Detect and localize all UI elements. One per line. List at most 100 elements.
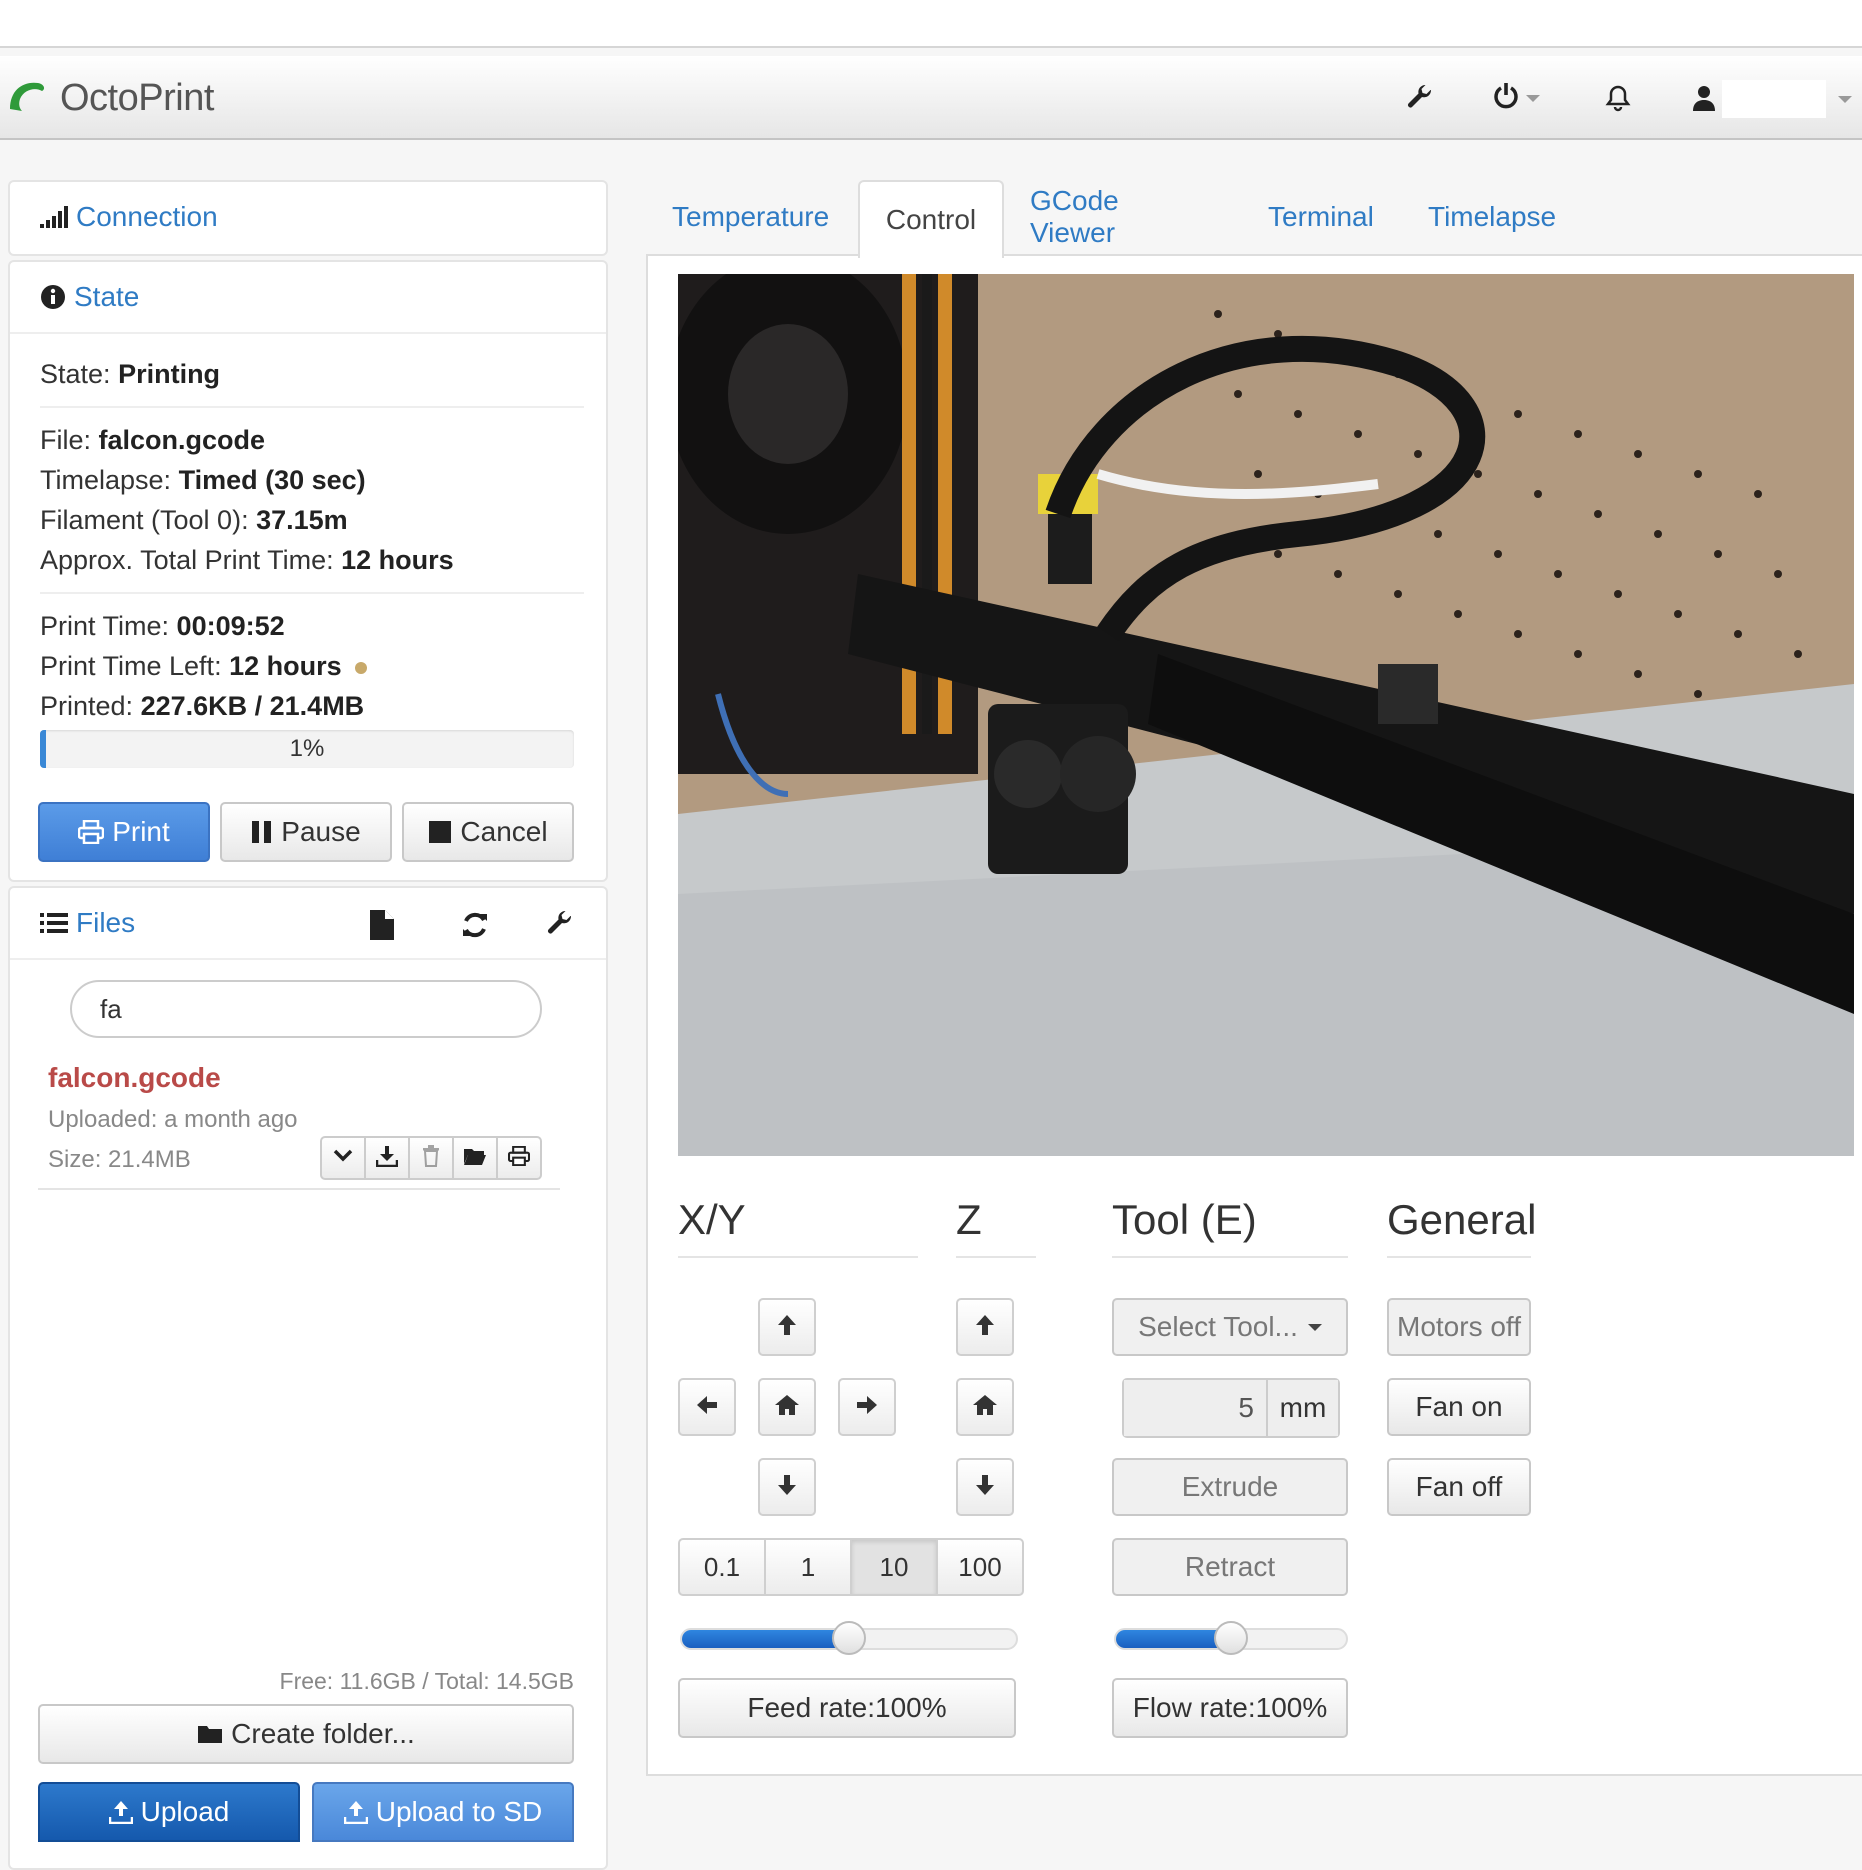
state-header[interactable]: State	[10, 262, 606, 334]
create-folder-button[interactable]: Create folder...	[38, 1704, 574, 1764]
state-details: State: Printing File: falcon.gcode Timel…	[40, 354, 584, 768]
refresh-icon[interactable]	[460, 910, 490, 945]
extrude-amount-field[interactable]: 5 mm	[1122, 1378, 1340, 1438]
connection-panel: Connection	[8, 180, 608, 256]
arrow-up-icon	[775, 1313, 799, 1342]
jog-y-plus-button[interactable]	[758, 1298, 816, 1356]
pause-icon	[251, 820, 273, 844]
storage-info: Free: 11.6GB / Total: 14.5GB	[279, 1668, 574, 1694]
jog-z-plus-button[interactable]	[956, 1298, 1014, 1356]
motors-off-button[interactable]: Motors off	[1387, 1298, 1531, 1356]
jog-x-plus-button[interactable]	[838, 1378, 896, 1436]
user-menu[interactable]	[1722, 80, 1826, 118]
file-size: Size: 21.4MB	[48, 1146, 191, 1173]
step-size-0-1-button[interactable]: 0.1	[678, 1538, 766, 1596]
connection-title: Connection	[76, 201, 218, 232]
folder-open-icon	[463, 1146, 487, 1171]
z-section-title: Z	[956, 1190, 1036, 1258]
file-row: File: falcon.gcode	[40, 425, 266, 455]
tab-control[interactable]: Control	[858, 180, 1004, 258]
files-title: Files	[76, 907, 136, 938]
expand-file-button[interactable]	[320, 1136, 366, 1180]
home-icon	[972, 1394, 998, 1421]
new-file-icon[interactable]	[370, 910, 394, 945]
upload-sd-button[interactable]: Upload to SD	[312, 1782, 574, 1842]
time-left-row: Print Time Left: 12 hours	[40, 646, 584, 686]
print-button[interactable]: Print	[38, 802, 210, 862]
file-list-divider	[38, 1188, 560, 1190]
upload-icon	[108, 1800, 133, 1824]
feed-rate-slider-handle[interactable]	[832, 1621, 866, 1655]
move-file-button[interactable]	[452, 1136, 498, 1180]
general-section-title: General	[1387, 1190, 1536, 1258]
arrow-down-icon	[973, 1473, 997, 1502]
retract-button[interactable]: Retract	[1112, 1538, 1348, 1596]
filament-row: Filament (Tool 0): 37.15m	[40, 505, 348, 535]
chevron-down-icon	[333, 1149, 353, 1168]
flow-rate-slider[interactable]	[1114, 1621, 1348, 1655]
info-circle-icon	[40, 284, 66, 310]
cancel-button[interactable]: Cancel	[402, 802, 574, 862]
file-uploaded-date: Uploaded: a month ago	[48, 1106, 298, 1133]
settings-wrench-icon[interactable]	[1400, 78, 1440, 118]
arrow-right-icon	[855, 1393, 879, 1422]
system-power-menu[interactable]	[1486, 78, 1546, 118]
timelapse-row: Timelapse: Timed (30 sec)	[40, 465, 366, 495]
jog-y-minus-button[interactable]	[758, 1458, 816, 1516]
step-size-group: 0.1 1 10 100	[678, 1538, 1024, 1596]
upload-icon	[343, 1800, 368, 1824]
printer-icon	[507, 1145, 531, 1171]
files-settings-wrench-icon[interactable]	[546, 910, 574, 943]
step-size-1-button[interactable]: 1	[764, 1538, 852, 1596]
xy-section-title: X/Y	[678, 1190, 918, 1258]
arrow-down-icon	[775, 1473, 799, 1502]
print-progress-bar: 1%	[40, 730, 574, 768]
trash-icon	[422, 1144, 440, 1172]
approx-time-row: Approx. Total Print Time: 12 hours	[40, 545, 454, 575]
home-xy-button[interactable]	[758, 1378, 816, 1436]
jog-x-minus-button[interactable]	[678, 1378, 736, 1436]
delete-file-button[interactable]	[408, 1136, 454, 1180]
extrude-amount-input[interactable]: 5	[1124, 1380, 1268, 1436]
tab-timelapse[interactable]: Timelapse	[1428, 180, 1556, 254]
flow-rate-slider-handle[interactable]	[1214, 1621, 1248, 1655]
upload-button[interactable]: Upload	[38, 1782, 300, 1842]
file-search-input[interactable]: fa	[70, 980, 542, 1038]
notifications-bell-icon[interactable]	[1598, 78, 1638, 118]
arrow-left-icon	[695, 1393, 719, 1422]
chevron-down-icon	[1307, 1323, 1322, 1331]
print-file-button[interactable]	[496, 1136, 542, 1180]
brand-name: OctoPrint	[60, 76, 214, 119]
estimate-dot-icon[interactable]	[355, 661, 368, 674]
tab-gcode-viewer[interactable]: GCode Viewer	[1030, 180, 1119, 254]
power-icon	[1492, 82, 1520, 115]
flow-rate-button[interactable]: Flow rate:100%	[1112, 1678, 1348, 1738]
user-menu-chevron-icon[interactable]	[1838, 96, 1852, 103]
step-size-10-button[interactable]: 10	[850, 1538, 938, 1596]
download-icon	[375, 1145, 399, 1172]
tab-temperature[interactable]: Temperature	[672, 180, 829, 254]
state-row: State: Printing	[40, 359, 221, 389]
feed-rate-slider[interactable]	[680, 1621, 1018, 1655]
pause-button[interactable]: Pause	[220, 802, 392, 862]
stop-icon	[428, 820, 452, 844]
extrude-button[interactable]: Extrude	[1112, 1458, 1348, 1516]
arrow-up-icon	[973, 1313, 997, 1342]
download-file-button[interactable]	[364, 1136, 410, 1180]
tab-terminal[interactable]: Terminal	[1268, 180, 1374, 254]
files-header[interactable]: Files	[10, 888, 606, 960]
step-size-100-button[interactable]: 100	[936, 1538, 1024, 1596]
user-icon[interactable]	[1684, 78, 1724, 118]
connection-header[interactable]: Connection	[10, 182, 606, 252]
file-entry-name[interactable]: falcon.gcode	[48, 1062, 221, 1094]
list-icon	[40, 912, 68, 934]
home-icon	[774, 1394, 800, 1421]
fan-on-button[interactable]: Fan on	[1387, 1378, 1531, 1436]
feed-rate-button[interactable]: Feed rate:100%	[678, 1678, 1016, 1738]
jog-z-minus-button[interactable]	[956, 1458, 1014, 1516]
select-tool-dropdown[interactable]: Select Tool...	[1112, 1298, 1348, 1356]
brand[interactable]: OctoPrint	[6, 72, 214, 124]
home-z-button[interactable]	[956, 1378, 1014, 1436]
print-time-row: Print Time: 00:09:52	[40, 611, 285, 641]
fan-off-button[interactable]: Fan off	[1387, 1458, 1531, 1516]
